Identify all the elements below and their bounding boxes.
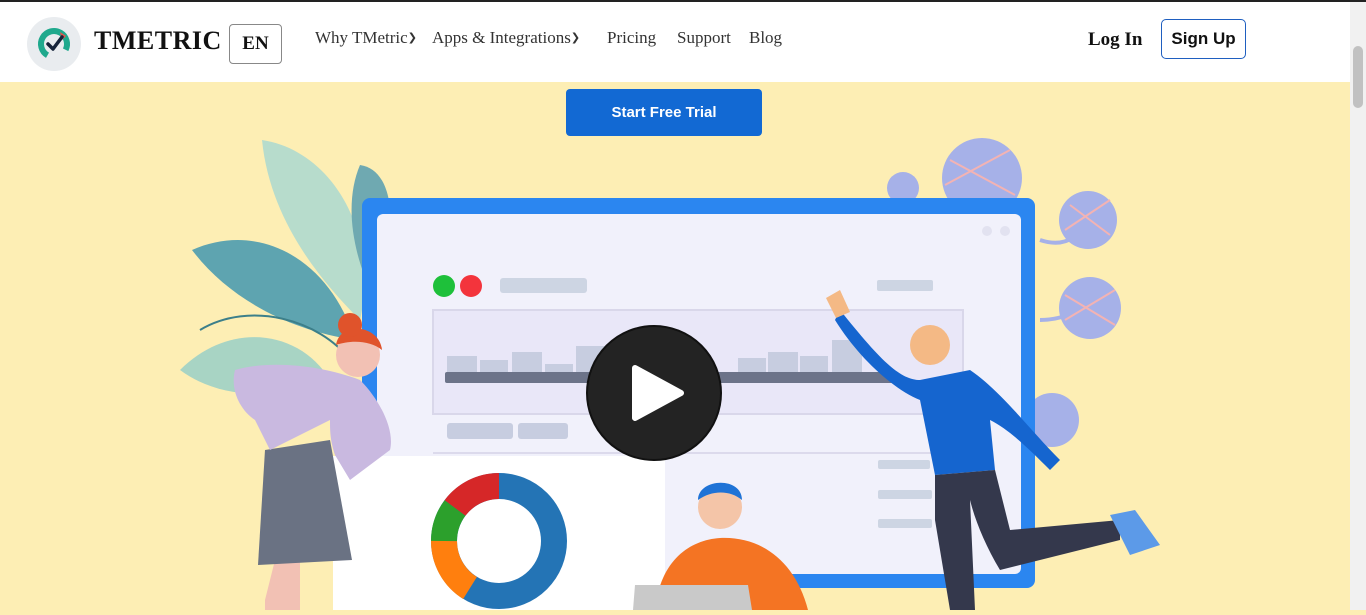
donut-chart-card bbox=[333, 456, 665, 610]
signup-button[interactable]: Sign Up bbox=[1161, 19, 1246, 59]
language-selector[interactable]: EN bbox=[229, 24, 282, 64]
chevron-down-icon: ❯ bbox=[407, 31, 417, 44]
video-play-button[interactable] bbox=[585, 324, 723, 462]
start-free-trial-button[interactable]: Start Free Trial bbox=[566, 89, 762, 136]
play-icon bbox=[586, 325, 722, 461]
page-scrollbar[interactable] bbox=[1350, 2, 1366, 610]
site-header: TMETRIC EN Why TMetric❯ Apps & Integrati… bbox=[0, 2, 1350, 82]
nav-apps-integrations-label: Apps & Integrations bbox=[432, 28, 571, 47]
nav-blog[interactable]: Blog bbox=[749, 28, 782, 48]
scrollbar-thumb[interactable] bbox=[1353, 46, 1363, 108]
login-link[interactable]: Log In bbox=[1088, 29, 1142, 51]
chevron-down-icon: ❯ bbox=[570, 31, 581, 44]
nav-apps-integrations[interactable]: Apps & Integrations❯ bbox=[432, 28, 580, 48]
nav-why-tmetric-label: Why TMetric bbox=[315, 28, 408, 47]
nav-support[interactable]: Support bbox=[677, 28, 731, 48]
nav-why-tmetric[interactable]: Why TMetric❯ bbox=[315, 28, 417, 48]
nav-pricing[interactable]: Pricing bbox=[607, 28, 656, 48]
brand-name[interactable]: TMETRIC bbox=[94, 26, 222, 56]
tmetric-logo-icon bbox=[38, 28, 70, 60]
tmetric-logo[interactable] bbox=[27, 17, 81, 71]
